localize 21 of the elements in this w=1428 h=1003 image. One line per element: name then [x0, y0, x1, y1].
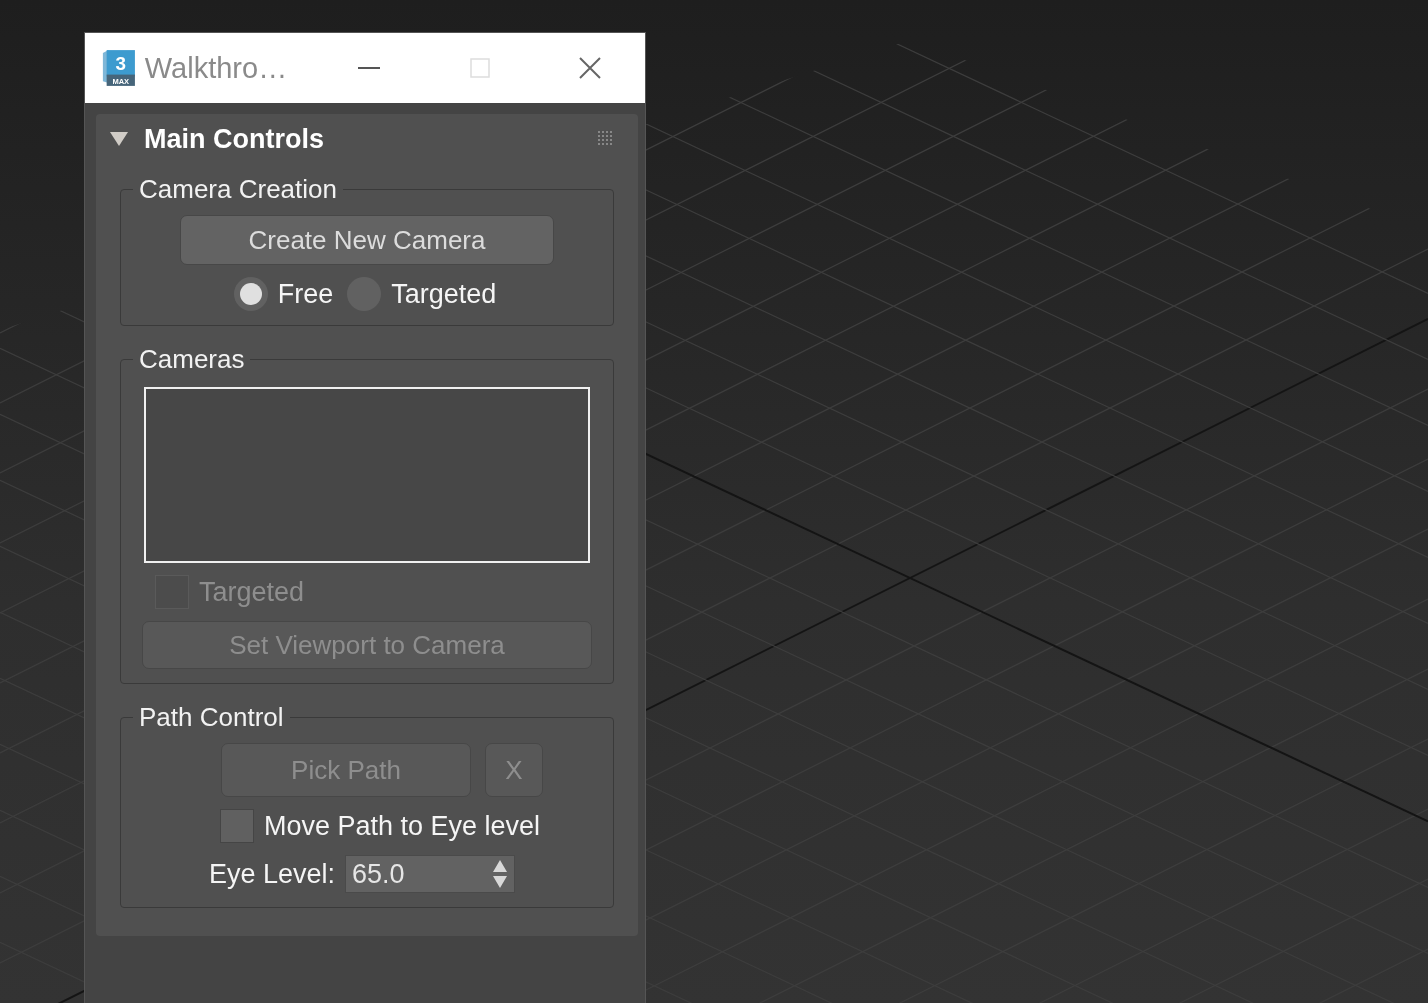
spinner-arrows-icon[interactable] [492, 859, 509, 889]
create-camera-button[interactable]: Create New Camera [180, 215, 554, 265]
radio-label: Free [277, 278, 334, 310]
minimize-icon [358, 67, 381, 69]
group-title: Path Control [138, 702, 285, 733]
group-title: Camera Creation [138, 174, 338, 205]
collapse-triangle-icon[interactable] [110, 132, 128, 146]
window-title: Walkthro… [144, 51, 289, 85]
group-title: Cameras [138, 344, 246, 375]
eye-level-spinner[interactable]: 65.0 [345, 855, 516, 893]
checkbox[interactable] [219, 809, 254, 843]
eye-level-label: Eye Level: [208, 858, 336, 890]
camera-list[interactable] [144, 387, 590, 563]
close-icon [578, 57, 601, 79]
maximize-icon [469, 58, 490, 78]
rollout-title: Main Controls [144, 123, 325, 155]
checkbox-label: Move Path to Eye level [263, 810, 541, 842]
radio-button[interactable] [233, 277, 268, 311]
drag-handle-icon[interactable] [598, 131, 614, 147]
radio-label: Targeted [391, 278, 497, 310]
checkbox-label: Targeted [199, 576, 305, 608]
